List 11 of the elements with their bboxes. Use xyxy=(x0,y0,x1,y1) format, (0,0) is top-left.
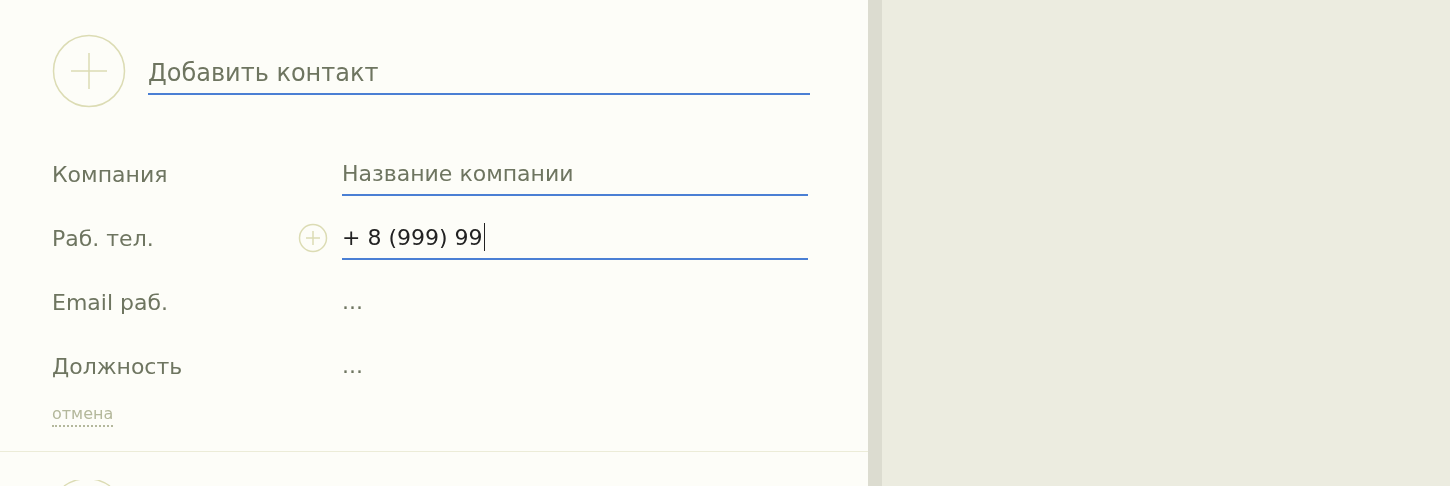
field-label: Должность xyxy=(52,353,184,379)
text-field[interactable]: ... xyxy=(342,344,808,388)
text-field[interactable]: Название компании xyxy=(342,152,808,196)
field-label: Компания xyxy=(52,161,169,187)
plus-circle-icon[interactable] xyxy=(52,34,126,108)
text-field[interactable]: ... xyxy=(342,280,808,324)
text-field[interactable]: + 8 (999) 99 xyxy=(342,216,808,260)
add-phone-icon[interactable] xyxy=(298,223,328,253)
field-label: Раб. тел. xyxy=(52,225,155,251)
contact-name-field[interactable]: Добавить контакт xyxy=(148,59,810,95)
field-label: Email раб. xyxy=(52,289,170,315)
